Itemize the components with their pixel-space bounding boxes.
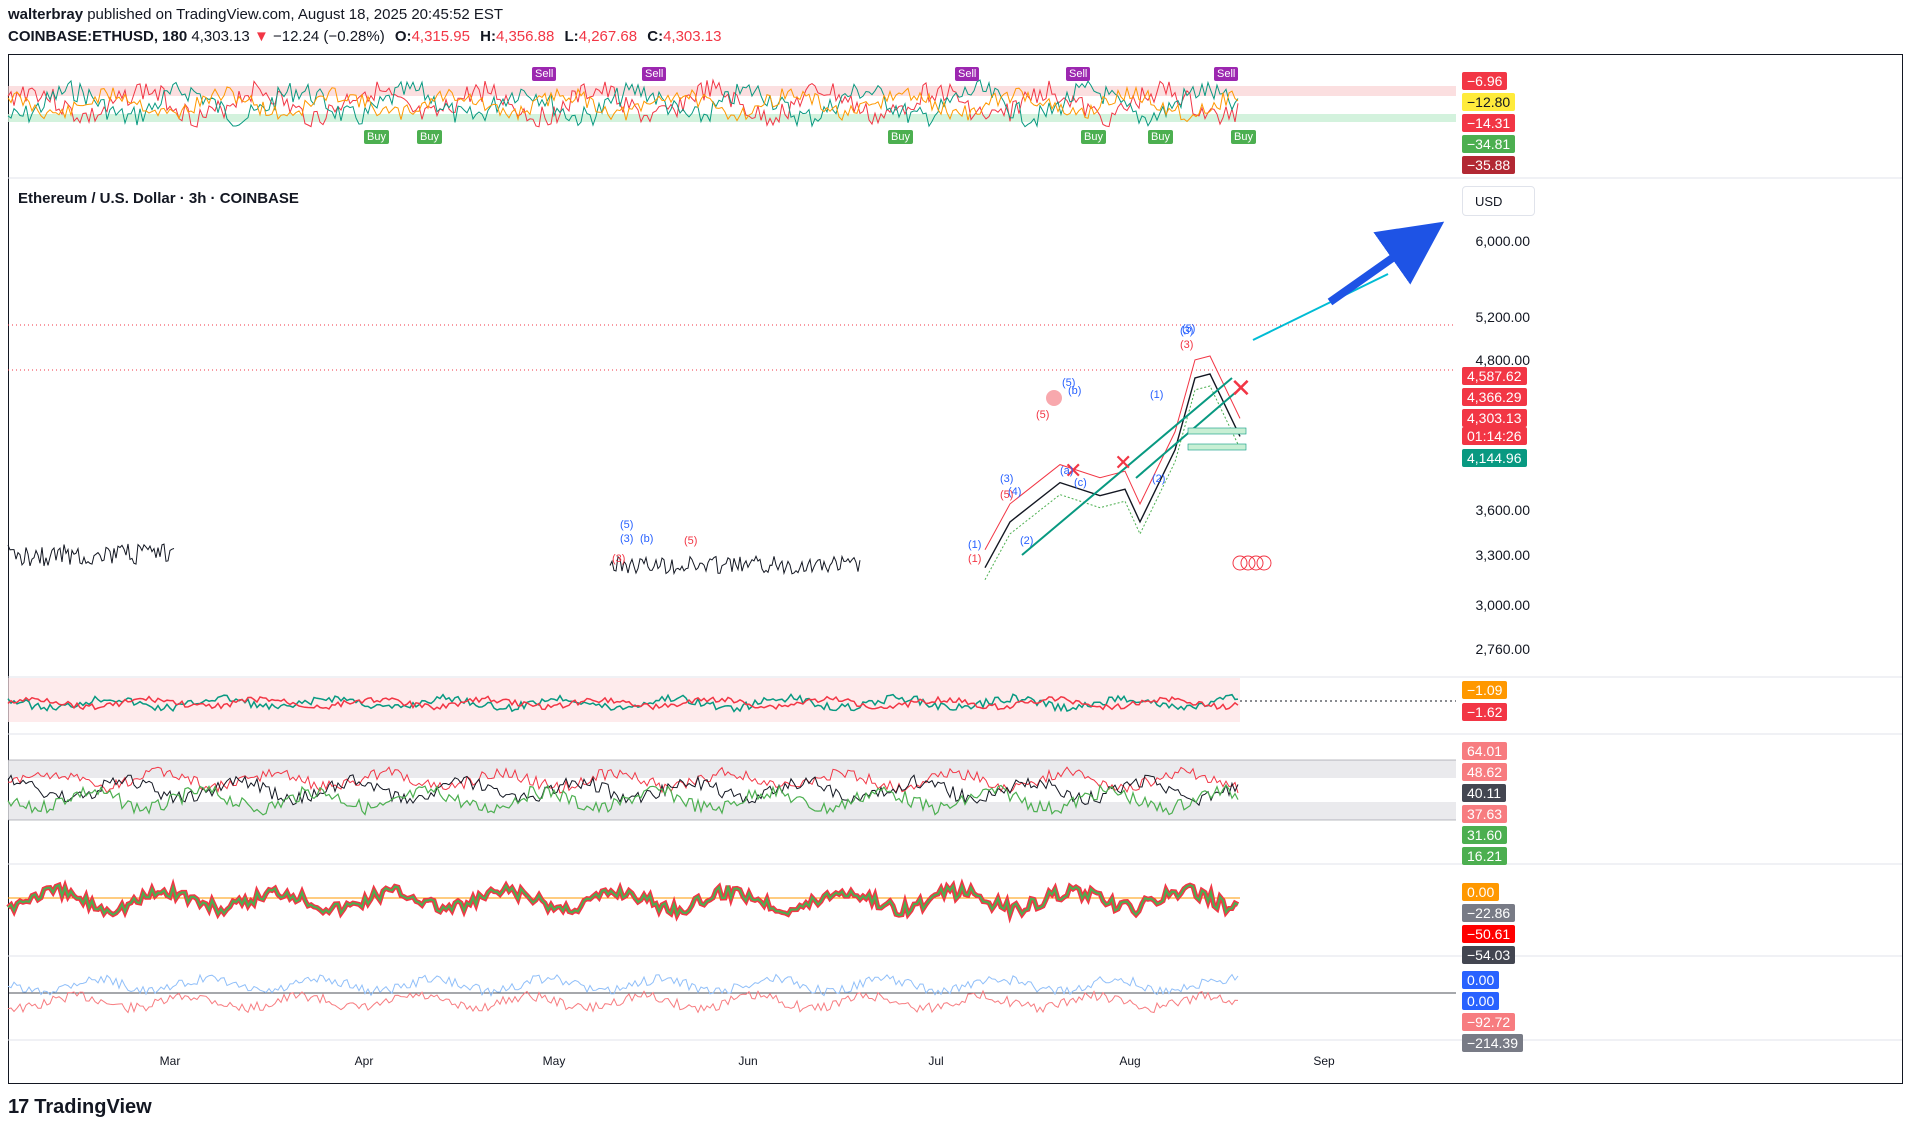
buy-signal: Buy [1081, 130, 1106, 144]
lower-envelope [984, 385, 1241, 580]
buy-signal: Buy [364, 130, 389, 144]
wave-label: (3) [1180, 339, 1193, 351]
wave-label: (3) [620, 533, 633, 545]
price-tag: 4,303.13 [1462, 409, 1527, 427]
price-series [7, 355, 1241, 580]
oscillator-line [7, 973, 1239, 997]
wave-label: (3) [612, 553, 625, 565]
price-tag: 4,144.96 [1462, 449, 1527, 467]
wave-label: (b) [1068, 385, 1081, 397]
wave-label: (5) [1182, 323, 1195, 335]
wave-label: (c) [1074, 477, 1087, 489]
price-axis-tick: 5,200.00 [1475, 309, 1531, 325]
price-tag: 0.00 [1462, 883, 1500, 901]
sell-signal: Sell [1214, 67, 1239, 81]
upper-envelope [984, 355, 1241, 550]
wave-label: (5) [684, 535, 697, 547]
time-axis-tick: Jul [928, 1054, 944, 1068]
time-axis-tick: Sep [1313, 1054, 1335, 1068]
price-tag: −54.03 [1462, 946, 1516, 964]
price-tag: −92.72 [1462, 1013, 1516, 1031]
wave-label: (3) [1000, 473, 1013, 485]
price-tag: −1.62 [1462, 703, 1508, 721]
wave-label: (b) [640, 533, 653, 545]
price-tag: −22.86 [1462, 904, 1516, 922]
wave-label: (1) [968, 539, 981, 551]
price-tag: −50.61 [1462, 925, 1516, 943]
sell-signal: Sell [955, 67, 980, 81]
currency-selector[interactable]: USD [1462, 186, 1535, 216]
sell-signal: Sell [1066, 67, 1091, 81]
sell-signal: Sell [532, 67, 557, 81]
price-tag: −14.31 [1462, 114, 1516, 132]
time-axis-tick: Apr [354, 1054, 374, 1068]
bullish-arrow-icon[interactable] [1327, 221, 1445, 306]
buy-signal: Buy [417, 130, 442, 144]
support-zone [1187, 443, 1247, 451]
price-axis-tick: 4,800.00 [1475, 352, 1531, 368]
wave-label: (5) [1036, 409, 1049, 421]
price-tag: −1.09 [1462, 681, 1508, 699]
price-tag: 0.00 [1462, 992, 1500, 1010]
wave-label: (5) [620, 519, 633, 531]
price-line [7, 543, 175, 567]
price-tag: 4,587.62 [1462, 367, 1527, 385]
flag-icons [1232, 555, 1272, 571]
buy-signal: Buy [1231, 130, 1256, 144]
cross-icon: ✕ [1114, 450, 1132, 475]
price-tag: −35.88 [1462, 156, 1516, 174]
wave-label: (2) [1152, 473, 1165, 485]
price-tag: 0.00 [1462, 971, 1500, 989]
wave-label: (1) [968, 553, 981, 565]
cross-icon: ✕ [1230, 373, 1252, 403]
price-tag: −6.96 [1462, 72, 1508, 90]
time-axis-tick: Mar [159, 1054, 181, 1068]
price-tag: −34.81 [1462, 135, 1516, 153]
buy-signal: Buy [888, 130, 913, 144]
wave-label: (5) [1000, 489, 1013, 501]
price-axis-tick: 6,000.00 [1475, 233, 1531, 249]
wave-labels: (1) (2)(3)(4)(5)(1)(2)(3)(5)(a)(b)(c)(5)(… [612, 323, 1195, 565]
price-axis-tick: 3,600.00 [1475, 502, 1531, 518]
price-tag: −214.39 [1462, 1034, 1523, 1052]
projection-line[interactable] [1252, 273, 1389, 341]
pane4-lower-band [8, 802, 1456, 820]
price-tag: 40.11 [1462, 784, 1506, 802]
oscillator-line [7, 989, 1239, 1014]
price-tag: 16.21 [1462, 847, 1508, 865]
wave-label: (a) [1060, 465, 1073, 477]
pane6-oscillator [7, 973, 1239, 1014]
price-tag: 48.62 [1462, 763, 1508, 781]
price-tag: −12.80 [1462, 93, 1516, 111]
wave-label: (1) [1150, 389, 1163, 401]
time-axis-tick: Aug [1119, 1054, 1141, 1068]
footer-brand[interactable]: 17 TradingView [8, 1096, 152, 1119]
tradingview-logo-icon: 17 [8, 1096, 29, 1118]
trendline[interactable] [1135, 391, 1237, 479]
support-zone [1187, 427, 1247, 435]
time-axis-tick: Jun [738, 1054, 758, 1068]
price-tag: 64.01 [1462, 742, 1508, 760]
price-axis-tick: 2,760.00 [1475, 641, 1531, 657]
time-axis-tick: May [542, 1054, 566, 1068]
price-tag: 4,366.29 [1462, 388, 1527, 406]
price-tag: 01:14:26 [1462, 427, 1527, 445]
buy-signal: Buy [1148, 130, 1173, 144]
price-axis-tick: 3,000.00 [1475, 597, 1531, 613]
wave-label: (2) [1020, 535, 1033, 547]
price-tag: 31.60 [1462, 826, 1508, 844]
price-line [609, 554, 861, 576]
marker-dot [1046, 390, 1062, 406]
pane5-oscillator [6, 878, 1240, 924]
chart-canvas[interactable]: ✕ ✕ ✕ (1) (2)(3)(4)(5)(1)(2)(3)(5)(a)(b)(… [0, 0, 1910, 1130]
price-tag: 37.63 [1462, 805, 1508, 823]
sell-signal: Sell [642, 67, 667, 81]
brand-name: TradingView [34, 1096, 152, 1118]
price-axis-tick: 3,300.00 [1475, 547, 1531, 563]
chart-title[interactable]: Ethereum / U.S. Dollar · 3h · COINBASE [18, 190, 299, 207]
